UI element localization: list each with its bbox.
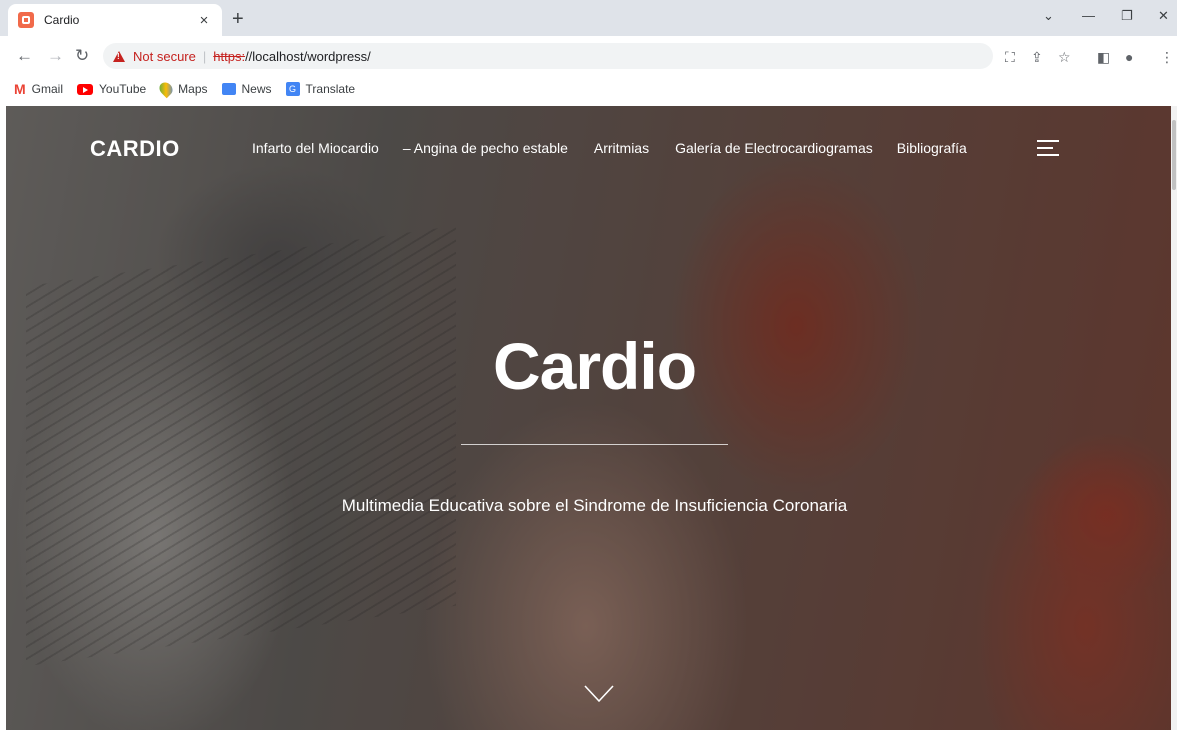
hero-dark-overlay	[6, 106, 1177, 730]
bookmark-label: Gmail	[31, 82, 64, 96]
tab-title: Cardio	[44, 13, 80, 27]
nav-item-bibliografia[interactable]: Bibliografía	[897, 140, 967, 156]
hero-subtitle: Multimedia Educativa sobre el Sindrome d…	[341, 496, 848, 515]
translate-icon: G	[285, 82, 300, 96]
hero-divider	[461, 444, 728, 445]
warning-icon	[113, 50, 125, 62]
bookmark-star-icon[interactable]: ☆	[1058, 49, 1071, 66]
bookmark-label: Maps	[178, 82, 208, 96]
hamburger-menu-icon[interactable]	[1037, 140, 1059, 156]
site-favicon-icon	[18, 12, 34, 28]
forward-arrow-icon[interactable]: →	[47, 46, 64, 66]
minimize-icon[interactable]: —	[1082, 8, 1095, 23]
bookmark-gmail[interactable]: M Gmail	[14, 81, 63, 97]
reload-icon[interactable]: ↻	[75, 46, 89, 66]
maps-icon	[156, 79, 176, 99]
bookmark-label: News	[241, 82, 272, 96]
tab-search-chevron-icon[interactable]: ⌄	[1043, 8, 1054, 24]
hero-section: CARDIO Infarto del Miocardio – Angina de…	[0, 106, 1177, 730]
url-scheme: https:	[213, 48, 246, 64]
browser-tab[interactable]: Cardio ×	[8, 4, 222, 36]
address-bar[interactable]: Not secure | https://localhost/wordpress…	[103, 43, 993, 69]
bookmark-news[interactable]: News	[221, 82, 272, 96]
bookmarks-bar: M Gmail YouTube Maps News G Translate	[0, 76, 1177, 102]
nav-item-arritmias[interactable]: Arritmias	[594, 140, 649, 156]
bookmark-translate[interactable]: G Translate	[285, 82, 356, 96]
restore-icon[interactable]: ❐	[1121, 8, 1133, 24]
nav-item-infarto[interactable]: Infarto del Miocardio	[252, 140, 379, 156]
translate-page-icon[interactable]: ⛶	[1005, 49, 1015, 66]
news-icon	[221, 83, 236, 95]
site-logo[interactable]: CARDIO	[90, 136, 180, 162]
security-status[interactable]: Not secure	[133, 49, 196, 64]
page-scrollbar[interactable]	[1171, 106, 1177, 730]
gmail-icon: M	[14, 81, 26, 97]
hero-title: Cardio	[492, 329, 697, 403]
youtube-icon	[77, 83, 94, 95]
bookmark-youtube[interactable]: YouTube	[77, 82, 146, 96]
bookmark-label: YouTube	[99, 82, 147, 96]
new-tab-button[interactable]: +	[232, 8, 244, 31]
url-path: //localhost/wordpress/	[245, 48, 371, 64]
close-tab-icon[interactable]: ×	[196, 12, 212, 29]
omnibox-separator: |	[202, 48, 207, 64]
scrollbar-thumb[interactable]	[1172, 120, 1176, 190]
bookmark-maps[interactable]: Maps	[156, 79, 208, 99]
side-panel-icon[interactable]: ◧	[1097, 49, 1110, 66]
back-arrow-icon[interactable]: ←	[16, 46, 33, 66]
bookmark-label: Translate	[305, 82, 356, 96]
main-navigation: Infarto del Miocardio – Angina de pecho …	[252, 140, 993, 156]
nav-item-galeria[interactable]: Galería de Electrocardiogramas	[675, 140, 873, 156]
browser-menu-icon[interactable]: ⋮	[1160, 49, 1174, 66]
nav-item-angina[interactable]: – Angina de pecho estable	[403, 140, 568, 156]
chevron-down-icon[interactable]	[584, 684, 614, 704]
window-close-icon[interactable]: ✕	[1158, 8, 1169, 24]
profile-avatar-icon[interactable]: ●	[1125, 49, 1133, 65]
share-icon[interactable]: ⇪	[1031, 49, 1043, 66]
tab-strip: Cardio × + ⌄ — ❐ ✕	[0, 0, 1177, 36]
